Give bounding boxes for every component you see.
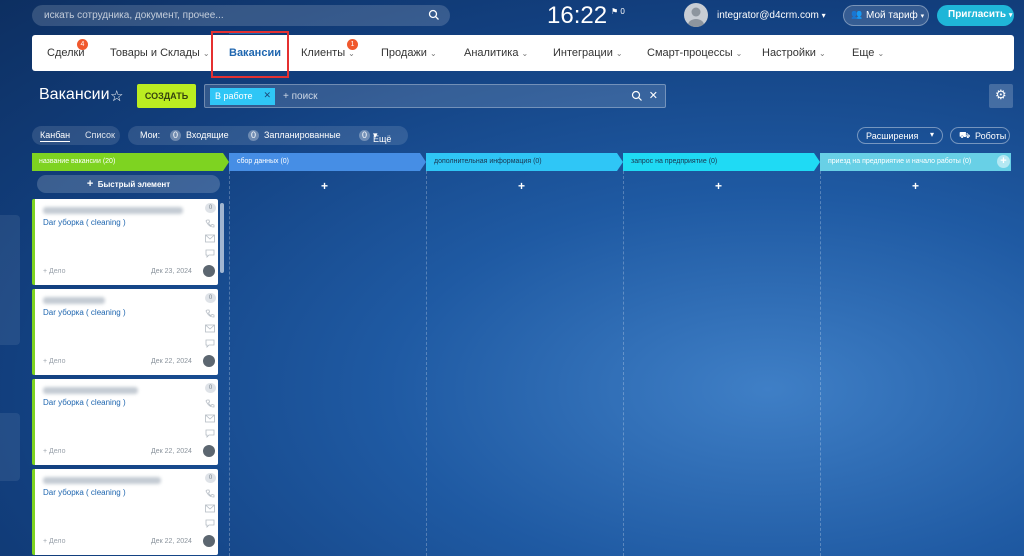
column-title: запрос на предприятие xyxy=(631,158,707,165)
column-header[interactable]: название вакансии (20) xyxy=(33,153,223,171)
user-icon[interactable] xyxy=(203,445,215,457)
card-count-badge: 0 xyxy=(205,293,216,303)
phone-icon[interactable] xyxy=(205,399,215,408)
column-header[interactable]: дополнительная информация (0) xyxy=(428,153,616,171)
column-count: (0) xyxy=(533,158,542,165)
column-add-button[interactable]: + xyxy=(518,179,525,193)
kanban-card[interactable]: Dar уборка ( cleaning ) 0 + Дело Дек 22,… xyxy=(32,469,218,555)
kanban-card[interactable]: Dar уборка ( cleaning ) 0 + Дело Дек 22,… xyxy=(32,289,218,375)
card-title-redacted xyxy=(43,387,138,394)
phone-icon[interactable] xyxy=(205,489,215,498)
card-count-badge: 0 xyxy=(205,203,216,213)
card-deal[interactable]: Dar уборка ( cleaning ) xyxy=(43,218,126,227)
user-icon[interactable] xyxy=(203,265,215,277)
phone-icon[interactable] xyxy=(205,219,215,228)
column-divider xyxy=(229,171,230,556)
card-title-redacted xyxy=(43,297,105,304)
column-header[interactable]: приезд на предприятие и начало работы (0… xyxy=(822,153,992,171)
quick-add-label: Быстрый элемент xyxy=(97,180,171,189)
card-deal[interactable]: Dar уборка ( cleaning ) xyxy=(43,398,126,407)
kanban-card[interactable]: Dar уборка ( cleaning ) 0 + Дело Дек 23,… xyxy=(32,199,218,285)
column-add-button[interactable]: + xyxy=(321,179,328,193)
scrollbar[interactable] xyxy=(220,203,224,273)
column-title: дополнительная информация xyxy=(434,158,532,165)
user-icon[interactable] xyxy=(203,355,215,367)
user-icon[interactable] xyxy=(203,535,215,547)
add-activity-link[interactable]: + Дело xyxy=(43,268,66,275)
column-add-button[interactable]: + xyxy=(912,179,919,193)
card-date: Дек 23, 2024 xyxy=(151,268,192,275)
column-title: приезд на предприятие и начало работы xyxy=(828,158,961,165)
card-deal[interactable]: Dar уборка ( cleaning ) xyxy=(43,488,126,497)
card-count-badge: 0 xyxy=(205,473,216,483)
card-date: Дек 22, 2024 xyxy=(151,448,192,455)
mail-icon[interactable] xyxy=(205,504,215,513)
column-add-button[interactable]: + xyxy=(715,179,722,193)
card-title-redacted xyxy=(43,477,161,484)
column-title: название вакансии xyxy=(39,158,101,165)
column-divider xyxy=(623,171,624,556)
column-header[interactable]: запрос на предприятие (0) xyxy=(625,153,813,171)
add-column-icon[interactable]: + xyxy=(997,155,1010,168)
card-title-redacted xyxy=(43,207,183,214)
chat-icon[interactable] xyxy=(205,429,215,438)
column-title: сбор данных xyxy=(237,158,279,165)
mail-icon[interactable] xyxy=(205,234,215,243)
column-count: (0) xyxy=(708,158,718,165)
column-count: (0) xyxy=(280,158,289,165)
card-date: Дек 22, 2024 xyxy=(151,358,192,365)
add-activity-link[interactable]: + Дело xyxy=(43,358,66,365)
mail-icon[interactable] xyxy=(205,414,215,423)
chat-icon[interactable] xyxy=(205,519,215,528)
column-divider xyxy=(426,171,427,556)
mail-icon[interactable] xyxy=(205,324,215,333)
card-date: Дек 22, 2024 xyxy=(151,538,192,545)
chat-icon[interactable] xyxy=(205,249,215,258)
kanban-card[interactable]: Dar уборка ( cleaning ) 0 + Дело Дек 22,… xyxy=(32,379,218,465)
card-deal[interactable]: Dar уборка ( cleaning ) xyxy=(43,308,126,317)
column-divider xyxy=(820,171,821,556)
phone-icon[interactable] xyxy=(205,309,215,318)
chat-icon[interactable] xyxy=(205,339,215,348)
quick-add-button[interactable]: + Быстрый элемент xyxy=(37,175,220,193)
column-count: (0) xyxy=(962,158,972,165)
add-activity-link[interactable]: + Дело xyxy=(43,538,66,545)
column-header[interactable]: сбор данных (0) xyxy=(231,153,419,171)
card-count-badge: 0 xyxy=(205,383,216,393)
add-activity-link[interactable]: + Дело xyxy=(43,448,66,455)
column-count: (20) xyxy=(102,158,116,165)
